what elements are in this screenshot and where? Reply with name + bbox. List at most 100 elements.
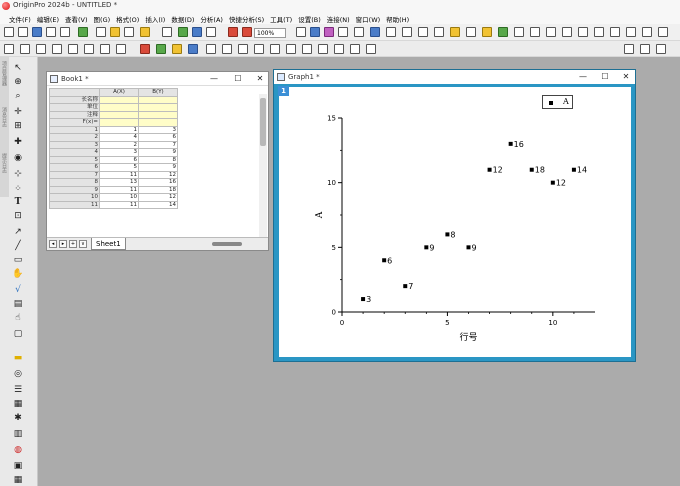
maximize-button[interactable]: ☐ (232, 73, 244, 85)
front-icon[interactable] (302, 44, 312, 54)
menu-file[interactable]: 文件(F) (6, 12, 34, 24)
meta-cell[interactable] (138, 110, 178, 119)
meta-cell[interactable] (138, 103, 178, 112)
notes-icon[interactable] (110, 27, 120, 37)
rotate-right-icon[interactable] (334, 44, 344, 54)
layers-icon[interactable]: ☰ (12, 384, 24, 395)
new-matrix-icon[interactable] (46, 27, 56, 37)
horizontal-scrollbar-thumb[interactable] (212, 242, 242, 246)
worksheet-grid[interactable]: A(X) B(Y) 长名称 单位 注释 F(x)= 113 246 327 43… (49, 88, 255, 209)
open-icon[interactable] (124, 27, 134, 37)
copy-page-icon[interactable] (310, 27, 320, 37)
message-log-tab[interactable]: 消息日志 (1, 107, 8, 127)
menu-tools[interactable]: 工具(T) (267, 12, 295, 24)
close-button[interactable]: ✕ (254, 73, 266, 85)
menu-format[interactable]: 格式(O) (113, 12, 142, 24)
layer-indicator[interactable]: 1 (278, 86, 289, 96)
prev-sheet-button[interactable]: ◂ (49, 240, 57, 248)
legend[interactable]: A (542, 95, 573, 109)
new-excel-icon[interactable] (78, 27, 88, 37)
zoom-pan-tool-icon[interactable]: ⌕ (12, 90, 24, 101)
open-folder-icon[interactable] (162, 27, 172, 37)
pointer-tool-icon[interactable]: ⊞ (12, 120, 24, 131)
rectangle-tool-icon[interactable]: ▭ (12, 254, 24, 265)
open-template-icon[interactable] (140, 27, 150, 37)
menu-analysis[interactable]: 分析(A) (197, 12, 226, 24)
pin-icon[interactable] (100, 44, 110, 54)
results-log-icon[interactable] (370, 27, 380, 37)
statistics-icon[interactable] (466, 27, 476, 37)
line-tool-icon[interactable]: ╱ (12, 240, 24, 251)
plot-setup-icon[interactable] (52, 44, 62, 54)
meta-cell[interactable] (138, 118, 178, 127)
data-highlight-icon[interactable] (642, 27, 652, 37)
axis-icon[interactable] (206, 44, 216, 54)
apps-icon[interactable] (482, 27, 492, 37)
import-icon[interactable] (20, 44, 30, 54)
graph-titlebar[interactable]: Graph1 * — ☐ ✕ (274, 70, 635, 84)
redo-icon[interactable] (366, 44, 376, 54)
meta-cell[interactable] (99, 103, 139, 112)
sort-icon[interactable] (514, 27, 524, 37)
data-reader-tool-icon[interactable]: ✚ (12, 136, 24, 147)
set-column-values-icon[interactable] (450, 27, 460, 37)
align-left-icon[interactable] (624, 44, 634, 54)
group-icon[interactable] (270, 44, 280, 54)
add-layer-icon[interactable]: ✱ (12, 412, 24, 423)
next-sheet-button[interactable]: ▸ (59, 240, 67, 248)
graph-window[interactable]: Graph1 * — ☐ ✕ 0 5 10 0 5 10 15 行号 A 3 6 7 9 8 9 12 16 18… (273, 69, 636, 362)
align-icon[interactable] (254, 44, 264, 54)
duplicate-icon[interactable] (354, 27, 364, 37)
print-icon[interactable] (296, 27, 306, 37)
column-header-b[interactable]: B(Y) (138, 88, 178, 97)
close-button[interactable]: ✕ (620, 71, 632, 83)
zoom-tool-icon[interactable]: ⊕ (12, 76, 24, 87)
save-template-icon[interactable] (178, 27, 188, 37)
menu-connect[interactable]: 连接(N) (324, 12, 353, 24)
clear-filter-icon[interactable] (578, 27, 588, 37)
corner-cell[interactable] (49, 88, 100, 97)
menu-graph[interactable]: 图(G) (91, 12, 114, 24)
vertical-scrollbar[interactable] (259, 94, 267, 237)
draw-data-tool-icon[interactable]: ⊡ (12, 210, 24, 221)
menu-help[interactable]: 帮助(H) (383, 12, 412, 24)
color-bars-icon[interactable]: ▬ (12, 352, 24, 363)
learning-center-icon[interactable] (498, 27, 508, 37)
table-icon[interactable] (546, 27, 556, 37)
arrow-tool-icon[interactable]: ↖ (12, 62, 24, 73)
flip-icon[interactable] (350, 44, 360, 54)
grid-table-icon[interactable]: ▦ (12, 474, 24, 485)
workbook-window[interactable]: Book1 * — ☐ ✕ A(X) B(Y) 长名称 单位 注释 F(x)= … (46, 71, 269, 251)
merge-icon[interactable] (238, 44, 248, 54)
scale-bar-icon[interactable] (188, 44, 198, 54)
menu-insert[interactable]: 插入(I) (142, 12, 168, 24)
export-icon[interactable] (324, 27, 334, 37)
filter-settings-icon[interactable] (626, 27, 636, 37)
code-builder-icon[interactable] (418, 27, 428, 37)
meta-cell[interactable] (99, 118, 139, 127)
globe-icon[interactable]: ◎ (12, 368, 24, 379)
layer-icon[interactable] (68, 44, 78, 54)
zoom-select[interactable]: 100% (254, 28, 286, 38)
workbook-titlebar[interactable]: Book1 * — ☐ ✕ (47, 72, 268, 86)
formula-tool-icon[interactable]: √ (12, 284, 24, 295)
new-project-icon[interactable] (4, 27, 14, 37)
rotate-left-icon[interactable] (318, 44, 328, 54)
layer-manager-icon[interactable]: ▥ (12, 428, 24, 439)
record-icon[interactable]: ◍ (12, 444, 24, 455)
script-window-icon[interactable] (386, 27, 396, 37)
hand-tool-icon[interactable]: ✋ (12, 268, 24, 279)
sheet-tab[interactable]: Sheet1 (91, 238, 126, 250)
ungroup-icon[interactable] (286, 44, 296, 54)
scatter-plot[interactable]: 0 5 10 0 5 10 15 行号 A 3 6 7 9 8 9 12 16 18 12 14 (279, 87, 631, 357)
new-layout-icon[interactable] (96, 27, 106, 37)
meta-cell[interactable] (99, 110, 139, 119)
date-time-icon[interactable] (172, 44, 182, 54)
data-selector-tool-icon[interactable]: ⁘ (12, 183, 24, 194)
sum-icon[interactable] (530, 27, 540, 37)
menu-view[interactable]: 查看(V) (62, 12, 91, 24)
add-column-icon[interactable] (434, 27, 444, 37)
distribution-icon[interactable] (610, 27, 620, 37)
save-icon[interactable] (192, 27, 202, 37)
menu-settings[interactable]: 设置(B) (295, 12, 324, 24)
